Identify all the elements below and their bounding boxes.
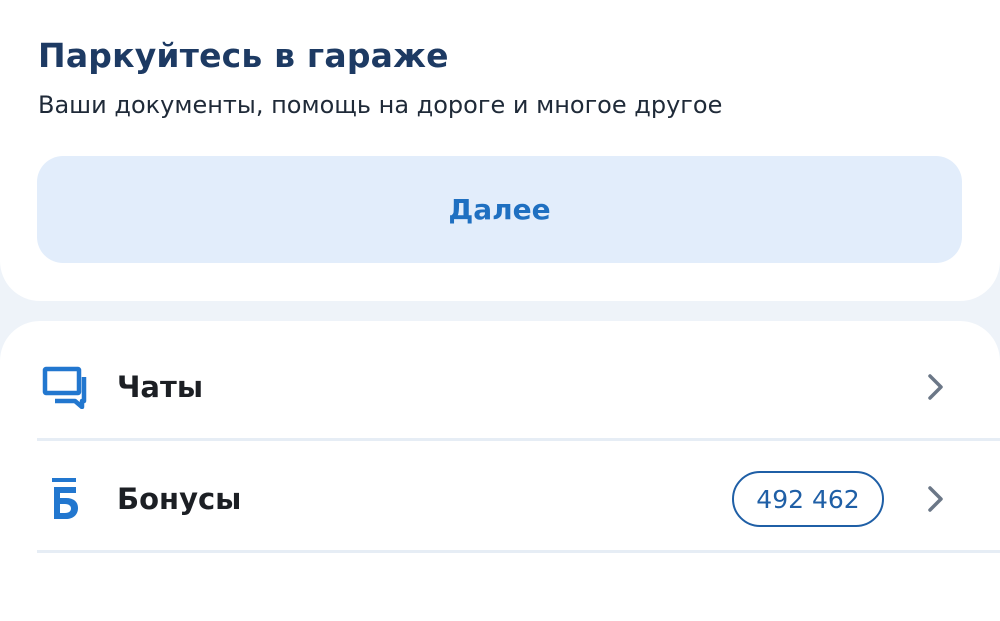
bonus-balance-badge: 492 462 — [732, 471, 884, 527]
garage-promo-card: Паркуйтесь в гараже Ваши документы, помо… — [0, 0, 1000, 301]
next-button[interactable]: Далее — [37, 156, 962, 263]
menu-item-label: Чаты — [117, 370, 204, 404]
menu-item-label: Бонусы — [117, 482, 242, 516]
garage-promo-text: Паркуйтесь в гараже Ваши документы, помо… — [38, 36, 962, 120]
promo-subtitle: Ваши документы, помощь на дороге и много… — [38, 91, 723, 120]
divider — [37, 438, 1000, 441]
chevron-right-icon — [924, 484, 948, 514]
menu-item-bonuses[interactable]: Бонусы 492 462 — [0, 443, 1000, 555]
promo-title: Паркуйтесь в гараже — [38, 36, 449, 75]
chevron-right-icon — [924, 372, 948, 402]
menu-item-chats[interactable]: Чаты — [0, 331, 1000, 443]
bonus-balance-value: 492 462 — [756, 484, 860, 514]
menu-list-card: Чаты Бонусы 492 462 — [0, 321, 1000, 621]
divider — [37, 550, 1000, 553]
next-button-label: Далее — [448, 193, 551, 226]
chat-icon — [40, 362, 90, 412]
bonus-icon — [40, 474, 90, 524]
